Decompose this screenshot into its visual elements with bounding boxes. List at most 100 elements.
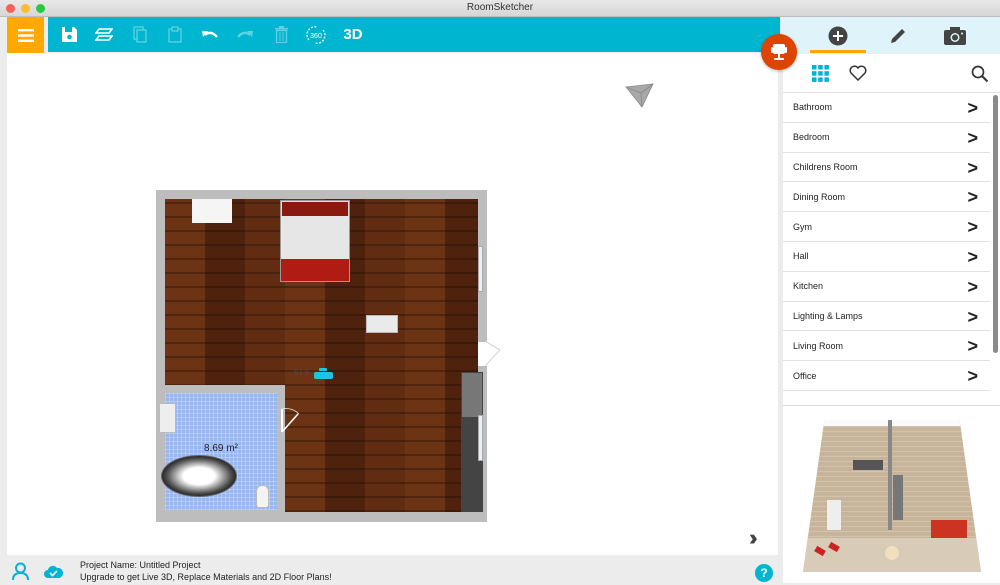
category-list: Bathroom > Bedroom > Childrens Room > Dinin… — [783, 92, 1000, 407]
category-label: Living Room — [793, 340, 844, 351]
chevron-right-icon: > — [967, 336, 978, 357]
category-label: Kitchen — [793, 281, 824, 292]
3d-preview[interactable] — [783, 405, 1000, 583]
undo-button[interactable] — [196, 17, 224, 52]
category-item-hall[interactable]: Hall > — [783, 242, 990, 272]
stove — [462, 373, 482, 417]
chevron-right-icon: > — [967, 127, 978, 148]
window[interactable] — [478, 415, 483, 461]
tab-snapshot[interactable] — [927, 17, 983, 54]
camera-icon — [944, 27, 966, 45]
floor-plan: 8.69 m² 51.5 — [156, 190, 501, 522]
view-360-button[interactable]: 360 — [302, 17, 330, 52]
category-item-childrens-room[interactable]: Childrens Room > — [783, 153, 990, 183]
category-item-office[interactable]: Office > — [783, 361, 990, 391]
search-icon — [971, 65, 989, 83]
right-panel: Bathroom > Bedroom > Childrens Room > Dinin… — [780, 17, 1000, 585]
category-label: Dining Room — [793, 191, 846, 202]
menu-button[interactable] — [7, 17, 44, 53]
door-swing — [484, 340, 501, 367]
copy-button[interactable] — [126, 17, 154, 52]
category-item-kitchen[interactable]: Kitchen > — [783, 272, 990, 302]
selected-furniture-item[interactable] — [314, 368, 333, 379]
redo-button[interactable] — [231, 17, 259, 52]
chevron-right-icon: > — [967, 217, 978, 238]
category-scrollbar[interactable] — [993, 95, 998, 353]
user-account-icon[interactable] — [12, 562, 29, 581]
help-button[interactable]: ? — [755, 564, 773, 582]
chevron-right-icon: > — [967, 187, 978, 208]
delete-button[interactable] — [267, 17, 295, 52]
bathtub[interactable] — [161, 455, 237, 497]
category-item-living-room[interactable]: Living Room > — [783, 331, 990, 362]
cloud-sync-icon[interactable] — [44, 565, 63, 578]
layers-icon — [95, 27, 113, 41]
tab-favorites[interactable] — [849, 65, 867, 86]
catalog-subtabs — [783, 54, 1000, 92]
vanity-sink[interactable] — [366, 315, 398, 333]
status-bar: Project Name: Untitled Project Upgrade t… — [0, 556, 780, 585]
collapse-panel-button[interactable]: ›› — [749, 525, 757, 551]
furniture-fab-button[interactable] — [761, 34, 797, 70]
main-toolbar — [48, 17, 780, 52]
rug[interactable] — [192, 199, 232, 223]
category-label: Childrens Room — [793, 161, 858, 172]
svg-text:360: 360 — [310, 33, 322, 40]
heart-icon — [849, 65, 867, 82]
tab-edit[interactable] — [870, 17, 926, 54]
chevron-right-icon: > — [967, 276, 978, 297]
category-label: Bathroom — [793, 102, 833, 113]
floor-plan-canvas[interactable]: 8.69 m² 51.5 ›› — [7, 53, 778, 555]
bathroom-sink[interactable] — [159, 403, 176, 433]
tab-add[interactable] — [810, 17, 866, 54]
category-label: Bedroom — [793, 132, 830, 143]
category-label: Lighting & Lamps — [793, 310, 863, 321]
chevron-right-icon: > — [967, 157, 978, 178]
3d-preview-building — [803, 420, 981, 572]
category-label: Gym — [793, 221, 812, 232]
door-swing — [281, 408, 300, 433]
floors-button[interactable] — [90, 17, 118, 52]
window-title: RoomSketcher — [466, 2, 534, 13]
chair-icon — [771, 44, 787, 60]
view-3d-button[interactable]: 3D — [338, 17, 368, 52]
category-label: Hall — [793, 251, 809, 262]
chevron-right-icon: > — [967, 306, 978, 327]
panel-tabs — [780, 17, 1000, 54]
window-titlebar: RoomSketcher — [0, 0, 1000, 17]
floppy-disk-icon — [61, 27, 77, 42]
bed-blanket — [281, 259, 349, 281]
project-name: Project Name: Untitled Project — [80, 560, 201, 570]
compass-icon[interactable] — [625, 83, 655, 109]
bathroom-area-label: 8.69 m² — [204, 443, 238, 454]
category-item-bathroom[interactable]: Bathroom > — [783, 93, 990, 123]
left-gutter — [0, 17, 7, 585]
chevron-right-icon: > — [967, 98, 978, 118]
pencil-icon — [891, 28, 905, 43]
bed-sheet — [281, 216, 349, 260]
category-label: Office — [793, 370, 817, 381]
chevron-right-icon: > — [967, 246, 978, 267]
undo-icon — [202, 30, 218, 38]
pillows — [282, 202, 348, 216]
hamburger-menu-icon — [17, 28, 34, 42]
toilet[interactable] — [256, 485, 269, 508]
category-item-gym[interactable]: Gym > — [783, 212, 990, 242]
grid-icon — [812, 65, 829, 82]
clipboard-icon — [168, 26, 182, 43]
copy-icon — [133, 26, 147, 43]
upgrade-message[interactable]: Upgrade to get Live 3D, Replace Material… — [80, 572, 332, 582]
category-item-dining-room[interactable]: Dining Room > — [783, 182, 990, 213]
search-button[interactable] — [971, 65, 989, 88]
window[interactable] — [478, 246, 483, 292]
trash-icon — [274, 26, 288, 43]
plus-circle-icon — [828, 26, 848, 45]
save-button[interactable] — [55, 17, 83, 52]
paste-button[interactable] — [161, 17, 189, 52]
rotate-360-icon: 360 — [306, 25, 326, 44]
category-item-bedroom[interactable]: Bedroom > — [783, 123, 990, 153]
category-item-lighting-lamps[interactable]: Lighting & Lamps > — [783, 302, 990, 332]
bed[interactable] — [280, 200, 350, 282]
redo-icon — [237, 30, 253, 38]
tab-catalog[interactable] — [812, 65, 829, 87]
